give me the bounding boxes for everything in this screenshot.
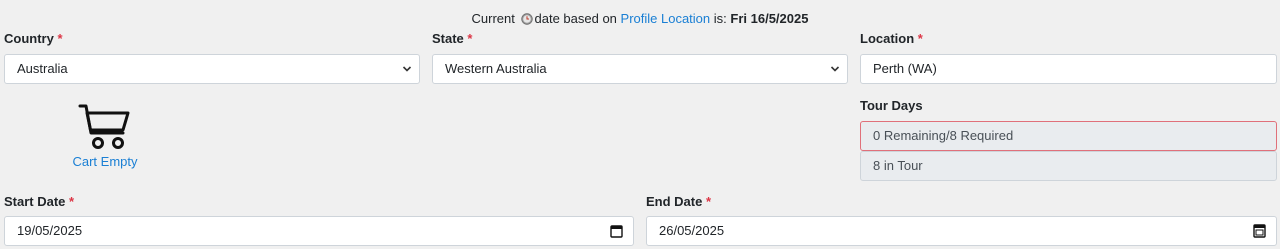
country-select[interactable]: Australia xyxy=(4,54,420,84)
state-label: State * xyxy=(432,31,473,46)
state-select[interactable]: Western Australia xyxy=(432,54,848,84)
tour-days-in-tour-value: 8 in Tour xyxy=(873,158,923,173)
banner-suffix: is: xyxy=(713,11,727,26)
start-date-label: Start Date * xyxy=(4,194,75,209)
start-date-input[interactable]: 19/05/2025 xyxy=(4,216,634,246)
chevron-down-icon xyxy=(402,66,412,72)
end-date-label: End Date * xyxy=(646,194,712,209)
calendar-icon[interactable] xyxy=(1253,224,1266,238)
tour-days-remaining-field: 0 Remaining/8 Required xyxy=(860,121,1277,151)
country-label: Country * xyxy=(4,31,63,46)
end-date-value: 26/05/2025 xyxy=(659,223,725,238)
current-date-banner: Current date based on Profile Location i… xyxy=(0,11,1280,27)
required-marker: * xyxy=(917,31,923,46)
banner-prefix: Current xyxy=(471,11,515,26)
calendar-icon[interactable] xyxy=(610,224,623,238)
tour-days-remaining-value: 0 Remaining/8 Required xyxy=(873,128,1014,143)
location-input[interactable]: Perth (WA) xyxy=(860,54,1277,84)
required-marker: * xyxy=(57,31,63,46)
current-date-value: Fri 16/5/2025 xyxy=(730,11,809,26)
end-date-input[interactable]: 26/05/2025 xyxy=(646,216,1277,246)
start-date-value: 19/05/2025 xyxy=(17,223,83,238)
cart-empty-link[interactable]: Cart Empty xyxy=(58,154,152,170)
shopping-cart-icon[interactable] xyxy=(78,103,132,151)
banner-middle: date based on xyxy=(534,11,617,26)
clock-icon xyxy=(520,13,533,25)
state-select-value: Western Australia xyxy=(445,61,547,76)
chevron-down-icon xyxy=(830,66,840,72)
tour-days-label: Tour Days xyxy=(860,98,923,113)
profile-location-link[interactable]: Profile Location xyxy=(621,11,711,26)
location-label: Location * xyxy=(860,31,923,46)
required-marker: * xyxy=(467,31,473,46)
tour-days-in-tour-field: 8 in Tour xyxy=(860,151,1277,181)
required-marker: * xyxy=(69,194,75,209)
required-marker: * xyxy=(705,194,712,209)
country-select-value: Australia xyxy=(17,61,68,76)
location-input-value: Perth (WA) xyxy=(873,61,937,76)
